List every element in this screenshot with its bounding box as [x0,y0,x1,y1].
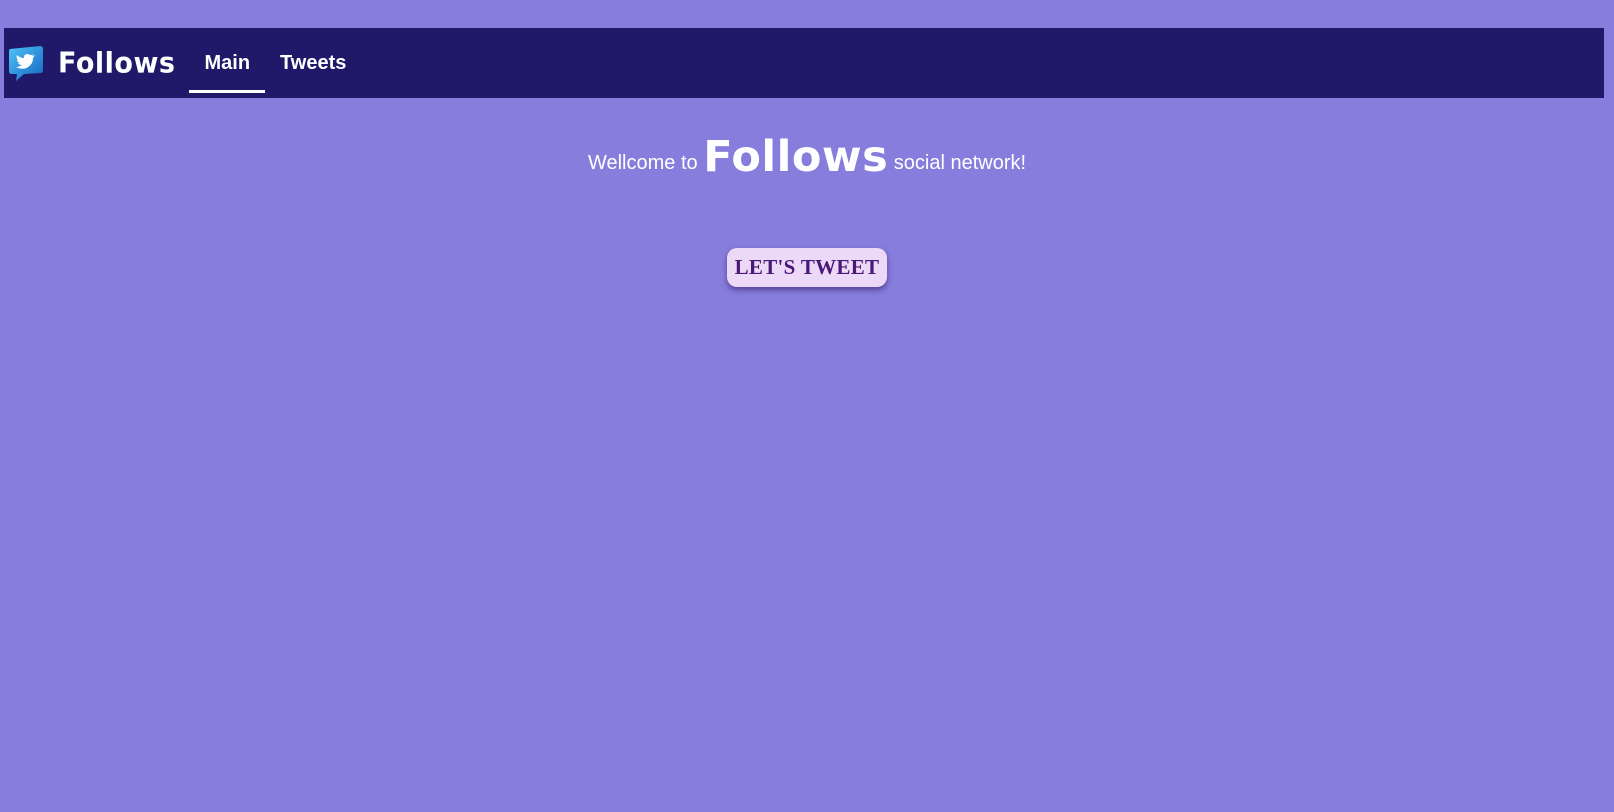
tab-main[interactable]: Main [189,28,265,98]
lets-tweet-button[interactable]: LET'S TWEET [726,248,888,287]
welcome-prefix: Wellcome to [587,152,698,174]
tab-tweets-label: Tweets [280,51,347,74]
welcome-suffix: social network! [893,152,1027,174]
tab-main-label: Main [204,51,251,74]
brand-name[interactable]: Follows [58,47,175,80]
tab-tweets[interactable]: Tweets [265,28,361,98]
top-navbar: Follows Main Tweets [4,28,1604,98]
welcome-brand: Follows [703,132,889,182]
nav-tabs: Main Tweets [189,28,361,98]
welcome-message: Wellcome to Follows social network! [0,132,1614,182]
twitter-bird-icon[interactable] [6,43,46,83]
cta-container: LET'S TWEET [0,248,1614,287]
